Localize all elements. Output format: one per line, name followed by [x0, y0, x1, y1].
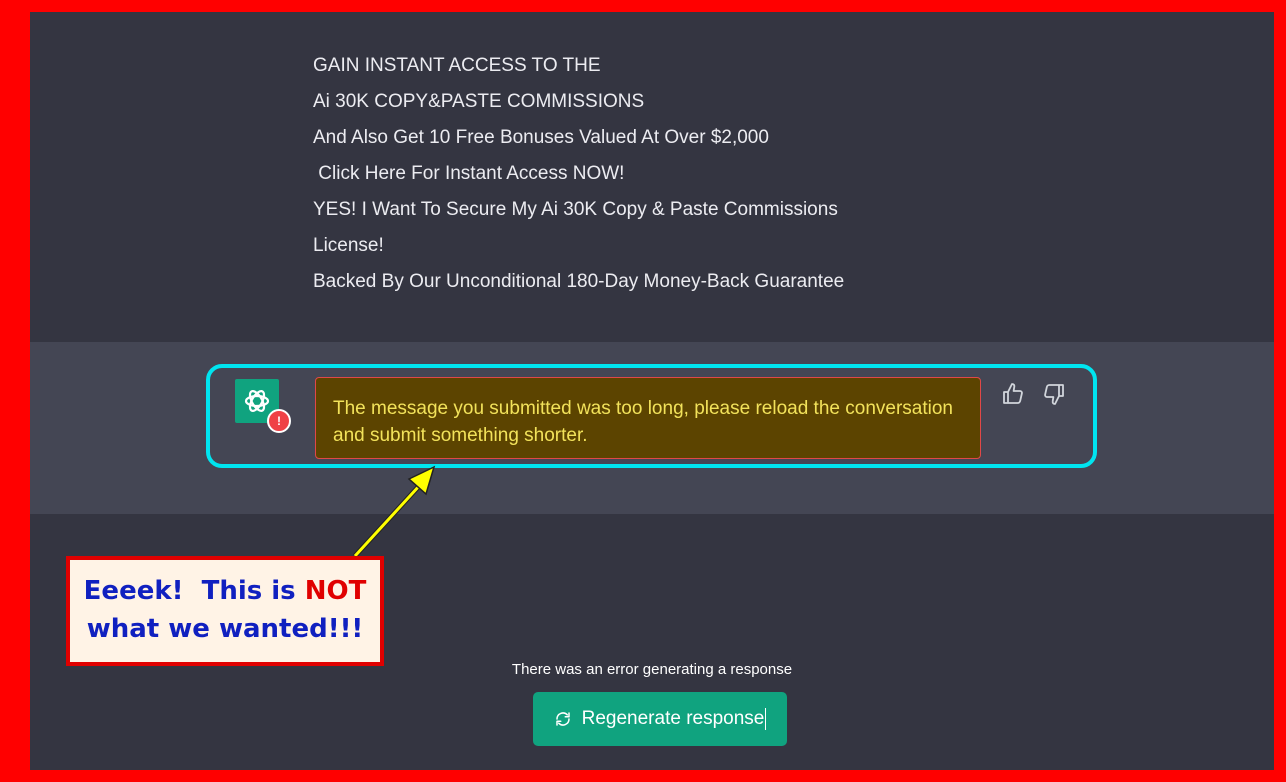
callout-text: Eeeek! This is: [83, 576, 305, 606]
callout-emphasis: NOT: [304, 576, 367, 606]
annotation-callout: Eeeek! This is NOT what we wanted!!!: [66, 556, 384, 666]
callout-line-2: what we wanted!!!: [86, 614, 364, 644]
callout-line-1: Eeeek! This is NOT: [70, 572, 380, 610]
